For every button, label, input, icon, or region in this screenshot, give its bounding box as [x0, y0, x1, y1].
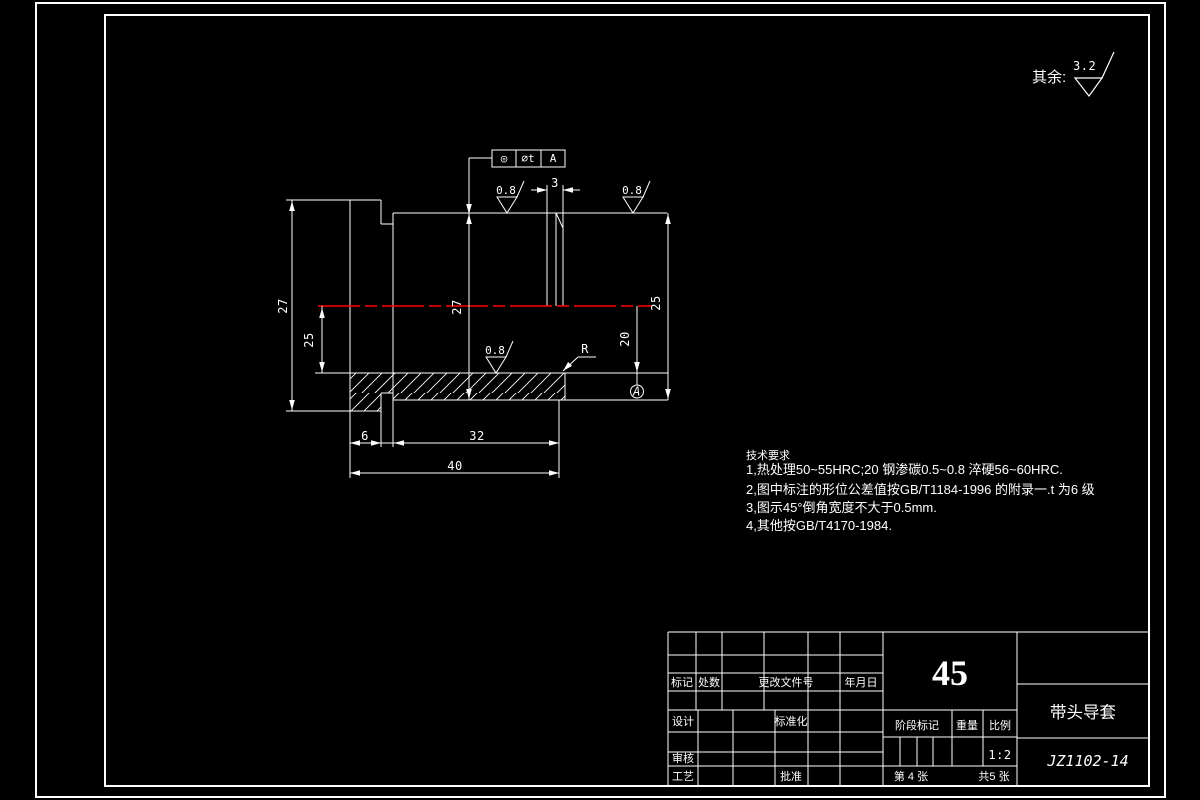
tb-sheet: 第 4 张 — [894, 769, 928, 783]
drawing-sheet: ◎ ⌀t A 0.8 0.8 0.8 其余: 3.2 A 27 25 27 25… — [0, 0, 1200, 800]
dim-body-length: 32 — [469, 429, 484, 443]
dim-body-od: 25 — [649, 295, 663, 310]
tb-scale-label: 比例 — [989, 718, 1011, 732]
dim-bore-20: 20 — [618, 331, 632, 346]
tb-rev-count: 处数 — [698, 676, 720, 689]
tb-standardize: 标准化 — [775, 714, 808, 728]
tech-title: 技术要求 — [746, 449, 790, 462]
tb-stage-label: 阶段标记 — [895, 718, 939, 732]
radius-label: R — [581, 342, 589, 356]
tb-drawing-no: JZ1102-14 — [1046, 752, 1128, 770]
tech-requirements: 技术要求 1,热处理50~55HRC;20 钢渗碳0.5~0.8 淬硬56~60… — [746, 449, 1095, 533]
dim-bore-left: 25 — [302, 332, 316, 347]
fcf-concentricity-icon: ◎ — [501, 152, 508, 165]
tb-approve: 批准 — [780, 769, 802, 783]
tech-line-4: 4,其他按GB/T4170-1984. — [746, 518, 892, 533]
tb-design: 设计 — [672, 715, 694, 728]
dim-head-od: 27 — [276, 298, 290, 313]
tb-material: 45 — [932, 653, 968, 693]
tb-weight-label: 重量 — [956, 718, 978, 732]
tb-audit: 审核 — [672, 751, 694, 765]
fcf-datum-ref: A — [550, 152, 557, 165]
dim-groove-width: 3 — [551, 176, 559, 190]
roughness-value-3: 0.8 — [485, 344, 505, 357]
tb-rev-docno: 更改文件号 — [759, 675, 814, 689]
hatch-body — [360, 387, 587, 406]
tb-scale-value: 1:2 — [988, 748, 1011, 762]
tb-sheets-total: 共5 张 — [978, 770, 1009, 783]
tech-line-1: 1,热处理50~55HRC;20 钢渗碳0.5~0.8 淬硬56~60HRC. — [746, 462, 1063, 477]
tb-part-name: 带头导套 — [1050, 703, 1116, 722]
general-roughness-value: 3.2 — [1073, 59, 1096, 73]
dim-body-27: 27 — [450, 299, 464, 314]
dim-total-length: 40 — [447, 459, 462, 473]
tb-rev-mark: 标记 — [671, 675, 693, 689]
chamfer-line — [556, 213, 563, 228]
roughness-value-2: 0.8 — [622, 184, 642, 197]
tech-line-2: 2,图中标注的形位公差值按GB/T1184-1996 的附录一.t 为6 级 — [746, 482, 1095, 497]
cad-canvas: ◎ ⌀t A 0.8 0.8 0.8 其余: 3.2 A 27 25 27 25… — [0, 0, 1200, 800]
tb-rev-date: 年月日 — [845, 675, 878, 689]
general-roughness-label: 其余: — [1032, 68, 1066, 86]
datum-letter: A — [632, 385, 641, 399]
dimension-lines — [292, 158, 668, 473]
dim-head-width: 6 — [361, 429, 369, 443]
roughness-value-1: 0.8 — [496, 184, 516, 197]
tb-process: 工艺 — [672, 770, 694, 783]
hatch-head — [306, 387, 427, 417]
fcf-tolerance: ⌀t — [521, 152, 534, 165]
tech-line-3: 3,图示45°倒角宽度不大于0.5mm. — [746, 500, 937, 515]
